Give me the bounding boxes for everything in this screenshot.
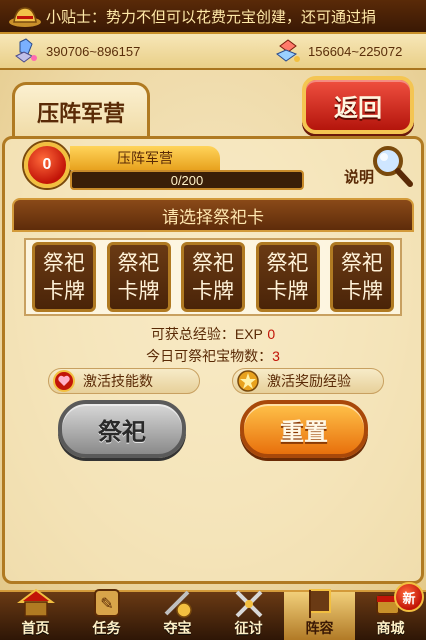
new-badge-label: 新 xyxy=(402,591,416,607)
activate-reward-label: 激活奖励经验 xyxy=(267,374,351,390)
nav-label: 任务 xyxy=(92,621,121,637)
resource-right-value: 156604~225072 xyxy=(308,43,403,59)
explain-button[interactable]: 说明 xyxy=(344,144,416,190)
nav-item-home[interactable]: 首页 xyxy=(0,588,71,640)
card-slot-label: 祭祀 卡牌 xyxy=(341,251,383,303)
nav-item-task[interactable]: ✎ 任务 xyxy=(71,589,142,640)
daily-count-value: 3 xyxy=(272,348,280,364)
total-exp-unit: EXP xyxy=(234,326,263,342)
bottom-nav: 首页 ✎ 任务 夺宝 征讨 阵容 新 商城 xyxy=(0,582,426,640)
nav-label: 征讨 xyxy=(234,621,263,637)
star-icon xyxy=(237,370,259,392)
nav-item-shop[interactable]: 新 商城 xyxy=(355,582,426,640)
nav-label: 阵容 xyxy=(305,621,334,637)
card-select-frame: 请选择祭祀卡 祭祀 卡牌 祭祀 卡牌 祭祀 卡牌 祭祀 卡牌 祭祀 卡牌 xyxy=(12,198,414,316)
exp-progress-bar: 0/200 xyxy=(70,170,304,190)
tip-text: 小贴士：势力不但可以花费元宝创建，还可通过捐 xyxy=(46,7,377,26)
card-slot[interactable]: 祭祀 卡牌 xyxy=(330,242,394,312)
sacrifice-button[interactable]: 祭祀 xyxy=(58,400,186,458)
task-icon: ✎ xyxy=(93,589,120,617)
treasure-icon xyxy=(164,590,192,618)
resource-right: 156604~225072 xyxy=(274,34,402,68)
resource-left: 390706~896157 xyxy=(12,34,140,68)
page-title: 压阵军营 xyxy=(36,101,125,127)
activate-skill-label: 激活技能数 xyxy=(83,374,153,390)
crystal-icon xyxy=(15,38,37,63)
reset-button-label: 重置 xyxy=(280,417,328,446)
camp-name: 压阵军营 xyxy=(117,151,173,167)
level-value: 0 xyxy=(42,156,52,173)
card-slot-label: 祭祀 卡牌 xyxy=(266,251,309,303)
hat-icon xyxy=(8,3,42,29)
nav-label: 商城 xyxy=(376,621,405,637)
card-select-header: 请选择祭祀卡 xyxy=(12,198,414,232)
resource-bar: 390706~896157 156604~225072 xyxy=(0,34,426,70)
level-medal: 0 xyxy=(24,142,70,188)
svg-text:✎: ✎ xyxy=(100,594,113,613)
reset-button[interactable]: 重置 xyxy=(240,400,368,458)
resource-left-value: 390706~896157 xyxy=(46,43,141,59)
card-slot[interactable]: 祭祀 卡牌 xyxy=(32,242,96,312)
new-badge: 新 xyxy=(394,582,424,612)
daily-count-line: 今日可祭祀宝物数：3 xyxy=(0,346,426,366)
card-slot[interactable]: 祭祀 卡牌 xyxy=(255,242,320,312)
card-slot-label: 祭祀 卡牌 xyxy=(43,251,85,303)
nav-item-formation[interactable]: 阵容 xyxy=(284,589,355,640)
magnifier-icon xyxy=(373,146,413,187)
camp-name-banner: 压阵军营 xyxy=(70,146,220,170)
card-select-title: 请选择祭祀卡 xyxy=(162,207,264,228)
nav-item-campaign[interactable]: 征讨 xyxy=(213,590,284,640)
heart-icon xyxy=(53,370,75,392)
formation-icon xyxy=(308,589,331,618)
nav-item-treasure[interactable]: 夺宝 xyxy=(142,590,213,640)
back-button[interactable]: 返回 xyxy=(302,76,414,134)
activate-reward-toggle[interactable]: 激活奖励经验 xyxy=(232,368,384,394)
page-title-tab: 压阵军营 xyxy=(12,82,150,138)
nav-label: 首页 xyxy=(21,621,50,637)
card-slot[interactable]: 祭祀 卡牌 xyxy=(106,242,171,312)
card-slot[interactable]: 祭祀 卡牌 xyxy=(181,242,245,312)
home-icon xyxy=(16,588,55,617)
daily-count-label: 今日可祭祀宝物数： xyxy=(146,349,273,365)
total-exp-label: 可获总经验： xyxy=(150,327,235,343)
exp-text: 0/200 xyxy=(170,172,204,188)
back-button-label: 返回 xyxy=(334,93,382,122)
total-exp-value: 0 xyxy=(267,326,276,342)
card-slot-label: 祭祀 卡牌 xyxy=(192,251,234,303)
nav-label: 夺宝 xyxy=(163,621,192,637)
swords-icon xyxy=(235,590,262,618)
tip-bar: 小贴士：势力不但可以花费元宝创建，还可通过捐 xyxy=(0,0,426,34)
card-slot-label: 祭祀 卡牌 xyxy=(117,251,160,303)
total-exp-line: 可获总经验：EXP 0 xyxy=(0,324,426,344)
gem-pile-icon xyxy=(276,39,300,62)
card-slots: 祭祀 卡牌 祭祀 卡牌 祭祀 卡牌 祭祀 卡牌 祭祀 卡牌 xyxy=(24,238,402,316)
activate-skill-toggle[interactable]: 激活技能数 xyxy=(48,368,200,394)
sacrifice-button-label: 祭祀 xyxy=(98,417,146,446)
